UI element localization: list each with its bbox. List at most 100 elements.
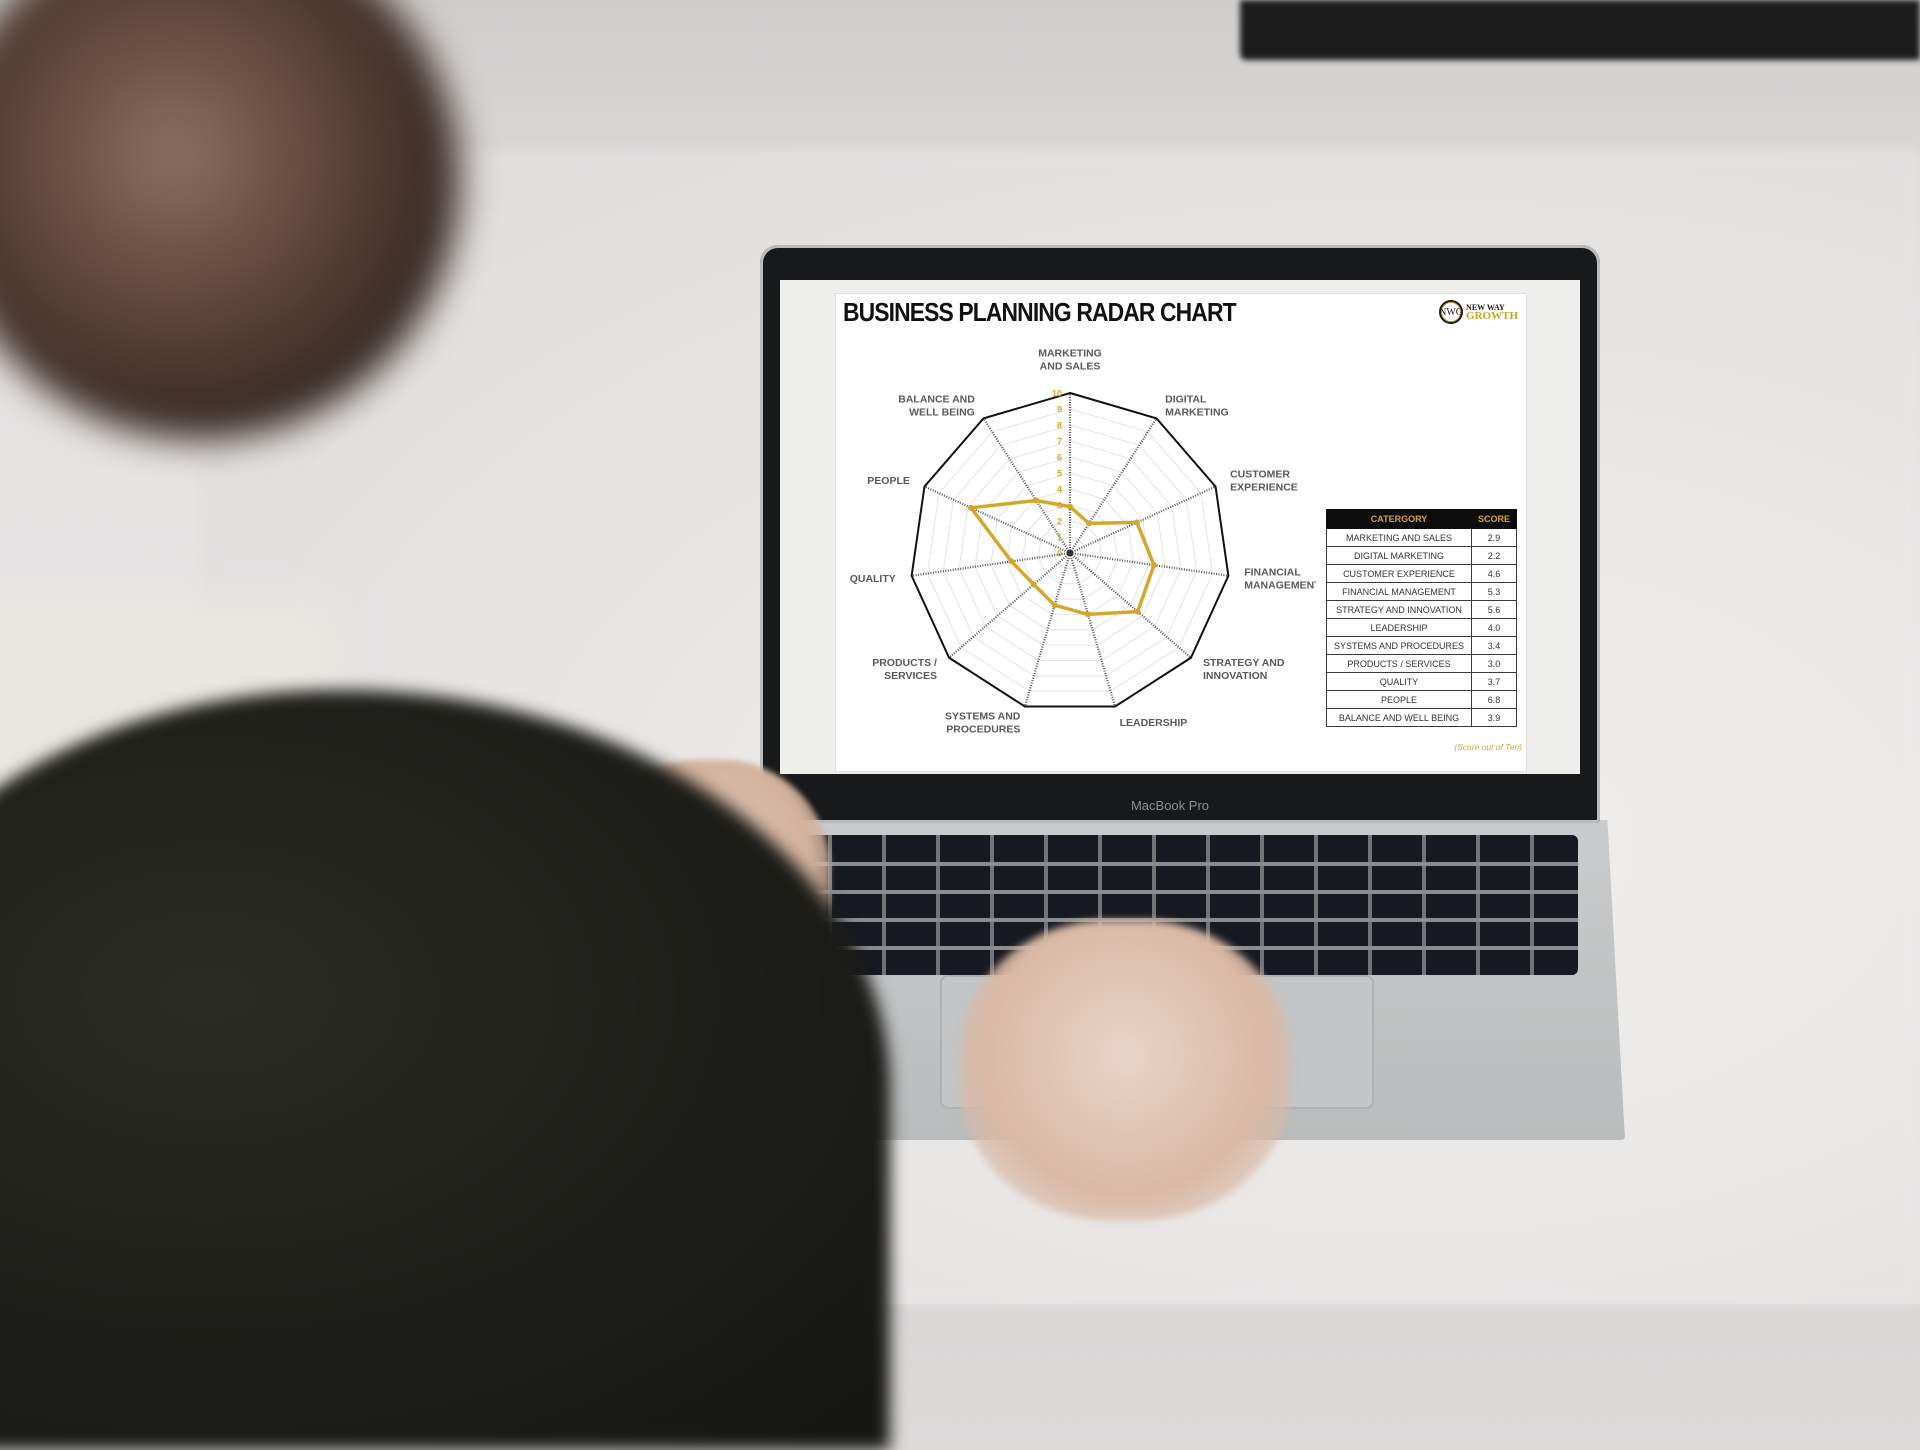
table-row: PEOPLE 6.8 [1326,690,1518,709]
axis-label: BALANCE AND WELL BEING [898,393,975,418]
data-point [1086,520,1093,527]
logo-text: NEW WAY GROWTH [1466,303,1518,322]
axis-label-line: SYSTEMS AND [945,710,1021,722]
category-cell: CUSTOMER EXPERIENCE [1326,564,1472,583]
axis-label: MARKETING AND SALES [1038,348,1102,373]
logo-mark-icon: NWG [1439,300,1464,324]
company-logo: NWG NEW WAY GROWTH [1439,300,1518,324]
tick-label: 5 [1057,469,1062,479]
category-cell: PRODUCTS / SERVICES [1326,654,1472,673]
score-footnote: (Score out of Ten) [1454,742,1522,752]
tick-label: 1 [1057,533,1062,543]
tick-label: 10 [1052,389,1062,399]
axis-label: DIGITAL MARKETING [1165,393,1229,418]
data-point [1133,519,1140,526]
score-cell: 3.0 [1470,654,1518,673]
table-row: FINANCIAL MANAGEMENT 5.3 [1326,582,1518,601]
category-cell: FINANCIAL MANAGEMENT [1326,582,1472,601]
table-row: SYSTEMS AND PROCEDURES 3.4 [1326,636,1518,655]
data-point [1030,581,1037,588]
axis-label-line: EXPERIENCE [1230,481,1298,493]
logo-line2: GROWTH [1466,310,1518,322]
category-cell: DIGITAL MARKETING [1326,546,1472,565]
data-point [968,504,975,511]
axis-label-line: WELL BEING [909,406,975,418]
category-cell: QUALITY [1326,672,1472,691]
data-point [1085,611,1092,618]
tick-label: 9 [1057,405,1062,415]
axis-label-line: BALANCE AND [898,393,975,405]
score-cell: 2.2 [1470,546,1518,565]
column-header-category: CATERGORY [1326,509,1472,529]
axis-label: STRATEGY AND INNOVATION [1203,657,1285,682]
score-cell: 2.9 [1470,528,1518,547]
table-row: MARKETING AND SALES 2.9 [1326,528,1518,547]
score-cell: 3.7 [1470,672,1518,691]
axis-label-line: PRODUCTS / [872,657,937,669]
table-row: DIGITAL MARKETING 2.2 [1326,546,1518,565]
category-cell: SYSTEMS AND PROCEDURES [1326,636,1472,655]
document-page: BUSINESS PLANNING RADAR CHART NWG NEW WA… [835,293,1527,772]
score-table: CATERGORY SCORE MARKETING AND SALES 2.9 D… [1326,509,1518,727]
axis-label-line: MARKETING [1165,406,1229,418]
table-row: PRODUCTS / SERVICES 3.0 [1326,654,1518,673]
axis-label-line: PROCEDURES [946,723,1020,735]
axis-label-line: MARKETING [1038,348,1102,360]
axis-label: LEADERSHIP [1120,717,1188,729]
table-row: STRATEGY AND INNOVATION 5.6 [1326,600,1518,619]
axis-label: PRODUCTS / SERVICES [872,657,937,682]
score-cell: 4.0 [1470,618,1518,637]
table-row: LEADERSHIP 4.0 [1326,618,1518,637]
column-header-score: SCORE [1470,509,1518,529]
score-cell: 3.9 [1470,708,1518,727]
category-cell: MARKETING AND SALES [1326,528,1472,547]
axis-label-line: MANAGEMENT [1244,580,1316,592]
right-hand [960,920,1290,1220]
axis-label-line: AND SALES [1040,361,1101,373]
score-cell: 6.8 [1470,690,1518,709]
score-cell: 5.6 [1470,600,1518,619]
device-label: MacBook Pro [1130,798,1210,813]
radar-axis-labels: MARKETING AND SALESDIGITAL MARKETINGCUSTOM… [850,348,1316,736]
keyboard-row-divider [778,890,1578,894]
category-cell: STRATEGY AND INNOVATION [1326,600,1472,619]
axis-label: PEOPLE [867,475,910,487]
center-hub [1066,549,1074,557]
keyboard-row-divider [778,918,1578,922]
tick-label: 7 [1057,437,1062,447]
category-cell: BALANCE AND WELL BEING [1326,708,1472,727]
data-point [1150,562,1157,569]
axis-label: CUSTOMER EXPERIENCE [1230,468,1298,493]
score-cell: 5.3 [1470,582,1518,601]
axis-label-line: LEADERSHIP [1120,717,1188,729]
tick-label: 8 [1057,421,1062,431]
data-point [1033,497,1040,504]
category-cell: LEADERSHIP [1326,618,1472,637]
tick-label: 6 [1057,453,1062,463]
score-cell: 3.4 [1470,636,1518,655]
axis-label-line: STRATEGY AND [1203,657,1285,669]
axis-label-line: PEOPLE [867,475,910,487]
data-point [1134,608,1141,615]
score-cell: 4.6 [1470,564,1518,583]
table-header-row: CATERGORY SCORE [1326,509,1518,529]
table-row: BALANCE AND WELL BEING 3.9 [1326,708,1518,727]
axis-label-line: INNOVATION [1203,670,1267,682]
axis-label-line: SERVICES [884,670,937,682]
axis-label-line: FINANCIAL [1244,567,1301,579]
data-point [1067,503,1073,510]
background-monitor [1240,0,1920,60]
axis-label-line: CUSTOMER [1230,468,1290,480]
axis-label: SYSTEMS AND PROCEDURES [945,710,1021,735]
data-point [1008,558,1015,565]
category-cell: PEOPLE [1326,690,1472,709]
keyboard-row-divider [778,862,1578,866]
table-row: QUALITY 3.7 [1326,672,1518,691]
tick-label: 2 [1057,517,1062,527]
axis-label-line: DIGITAL [1165,393,1207,405]
table-row: CUSTOMER EXPERIENCE 4.6 [1326,564,1518,583]
axis-label: QUALITY [850,573,896,585]
tick-label: 0 [1057,549,1062,559]
data-point [1051,602,1058,609]
tick-label: 4 [1057,485,1062,495]
